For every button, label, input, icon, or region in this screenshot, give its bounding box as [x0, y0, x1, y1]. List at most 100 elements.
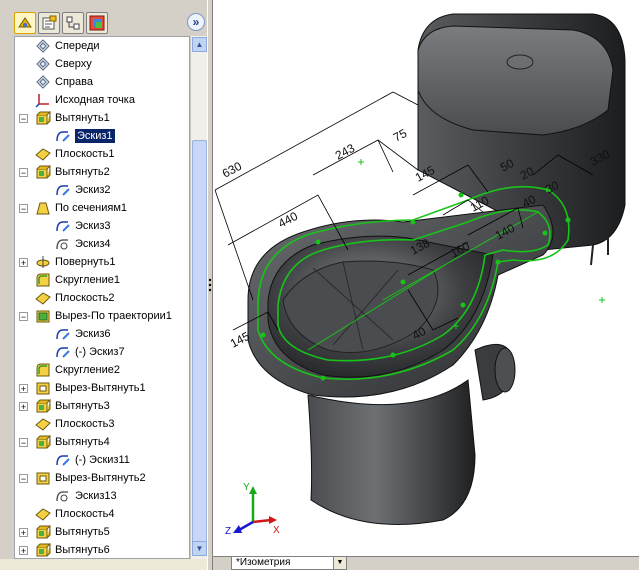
collapse-panel-button[interactable]: »	[187, 13, 205, 31]
tree-item[interactable]: − Вытянуть1	[15, 109, 189, 127]
sweep-cut-icon	[35, 308, 51, 324]
splitter-grip-icon	[208, 278, 212, 292]
tree-item[interactable]: Сверху	[15, 55, 189, 73]
dimension-label[interactable]: 75	[391, 126, 410, 145]
expand-toggle-icon[interactable]: −	[19, 474, 28, 484]
cut-extrude-icon	[35, 380, 51, 396]
tree-item-label: Эскиз6	[75, 328, 111, 340]
plane-feature-icon	[35, 416, 51, 432]
property-manager-tab-icon[interactable]	[38, 12, 60, 34]
triad-y-label: Y	[243, 482, 250, 493]
tree-item[interactable]: Исходная точка	[15, 91, 189, 109]
sketch-icon	[55, 182, 71, 198]
tree-scrollbar[interactable]: ▲ ▼	[190, 36, 207, 559]
sketch-3d-icon	[55, 488, 71, 504]
expand-toggle-icon[interactable]: −	[19, 168, 28, 178]
tree-item[interactable]: + Вытянуть3	[15, 397, 189, 415]
tree-item-label: Вырез-Вытянуть1	[55, 382, 146, 394]
tree-item-label: Эскиз2	[75, 184, 111, 196]
tree-item[interactable]: Эскиз6	[15, 325, 189, 343]
tree-item-label: Плоскость2	[55, 292, 115, 304]
extrude-icon	[35, 110, 52, 126]
tree-item[interactable]: Эскиз2	[15, 181, 189, 199]
dimension-label[interactable]: 243	[333, 141, 358, 163]
tree-item-label: По сечениям1	[55, 202, 128, 214]
dimension-label[interactable]: 440	[276, 209, 301, 231]
expand-toggle-icon[interactable]: −	[19, 438, 28, 448]
tree-item-label: Плоскость1	[55, 148, 115, 160]
view-tab-label: *Изометрия	[236, 557, 291, 568]
plane-icon	[35, 74, 51, 90]
tree-item[interactable]: Скругление2	[15, 361, 189, 379]
tree-item[interactable]: − Вытянуть4	[15, 433, 189, 451]
tree-item[interactable]: + Вытянуть6	[15, 541, 189, 558]
tree-item[interactable]: − По сечениям1	[15, 199, 189, 217]
tree-item[interactable]: Плоскость3	[15, 415, 189, 433]
scroll-up-button[interactable]: ▲	[192, 37, 207, 52]
tree-item-label: (-) Эскиз11	[75, 454, 130, 466]
expand-toggle-icon[interactable]: −	[19, 312, 28, 322]
expand-toggle-icon[interactable]: +	[19, 258, 28, 268]
tree-item[interactable]: Спереди	[15, 37, 189, 55]
tree-item[interactable]: − Вытянуть2	[15, 163, 189, 181]
expand-toggle-icon[interactable]: +	[19, 384, 28, 394]
fillet-icon	[35, 272, 51, 288]
tree-item-label: Эскиз3	[75, 220, 111, 232]
dimension-label[interactable]: 630	[220, 159, 245, 181]
triad-x-label: X	[273, 525, 280, 536]
dropdown-arrow-icon[interactable]: ▼	[333, 557, 346, 569]
expand-toggle-icon[interactable]: −	[19, 204, 28, 214]
cut-extrude-icon	[35, 470, 51, 486]
tree-item[interactable]: Плоскость2	[15, 289, 189, 307]
plane-icon	[35, 56, 51, 72]
tree-item[interactable]: Эскиз1	[15, 127, 189, 145]
view-tab-isometric[interactable]: *Изометрия ▼	[231, 557, 347, 570]
tree-item[interactable]: − Вырез-Вытянуть2	[15, 469, 189, 487]
extrude-icon	[35, 542, 52, 558]
tree-item[interactable]: Эскиз4	[15, 235, 189, 253]
tree-item-label: Плоскость4	[55, 508, 115, 520]
tree-item[interactable]: + Вырез-Вытянуть1	[15, 379, 189, 397]
expand-toggle-icon[interactable]: +	[19, 402, 28, 412]
tree-item-label: Плоскость3	[55, 418, 115, 430]
tree-item[interactable]: (-) Эскиз7	[15, 343, 189, 361]
expand-toggle-icon[interactable]: +	[19, 528, 28, 538]
sketch-3d-icon	[55, 236, 71, 252]
feature-manager-tab-icon[interactable]	[14, 12, 36, 34]
tree-item[interactable]: Скругление1	[15, 271, 189, 289]
tree-item[interactable]: Плоскость4	[15, 505, 189, 523]
extrude-icon	[35, 434, 52, 450]
tree-item-label: Вытянуть3	[55, 400, 110, 412]
expand-toggle-icon[interactable]: +	[19, 546, 28, 556]
tree-item[interactable]: + Повернуть1	[15, 253, 189, 271]
tree-item-label: Вытянуть6	[55, 544, 110, 556]
tree-item-label: Повернуть1	[55, 256, 116, 268]
extrude-icon	[35, 524, 52, 540]
dimxpert-tab-icon[interactable]	[86, 12, 108, 34]
tree-item[interactable]: Плоскость1	[15, 145, 189, 163]
tree-item-label: Вырез-По траектории1	[55, 310, 172, 322]
sketch-icon	[55, 128, 71, 144]
tree-item-label: Вытянуть5	[55, 526, 110, 538]
sketch-icon	[55, 218, 71, 234]
loft-icon	[35, 200, 51, 216]
tree-item[interactable]: − Вырез-По траектории1	[15, 307, 189, 325]
expand-toggle-icon[interactable]: −	[19, 114, 28, 124]
tree-item-label: Сверху	[55, 58, 92, 70]
tree-item-label: Эскиз1	[75, 129, 115, 143]
sketch-icon	[55, 326, 71, 342]
tree-item-label: Справа	[55, 76, 93, 88]
scroll-thumb[interactable]	[192, 140, 207, 544]
plane-feature-icon	[35, 506, 51, 522]
tree-item[interactable]: (-) Эскиз11	[15, 451, 189, 469]
revolve-icon	[35, 254, 51, 270]
graphics-area[interactable]: 630 243 75 145 50 330 440 40 30 20 110 1…	[213, 0, 639, 556]
configuration-manager-tab-icon[interactable]	[62, 12, 84, 34]
model-view: 630 243 75 145 50 330 440 40 30 20 110 1…	[214, 13, 626, 537]
tree-item[interactable]: Справа	[15, 73, 189, 91]
tree-item[interactable]: Эскиз13	[15, 487, 189, 505]
tree-item[interactable]: Эскиз3	[15, 217, 189, 235]
tree-item-label: (-) Эскиз7	[75, 346, 125, 358]
tree-item[interactable]: + Вытянуть5	[15, 523, 189, 541]
scroll-down-button[interactable]: ▼	[192, 541, 207, 556]
